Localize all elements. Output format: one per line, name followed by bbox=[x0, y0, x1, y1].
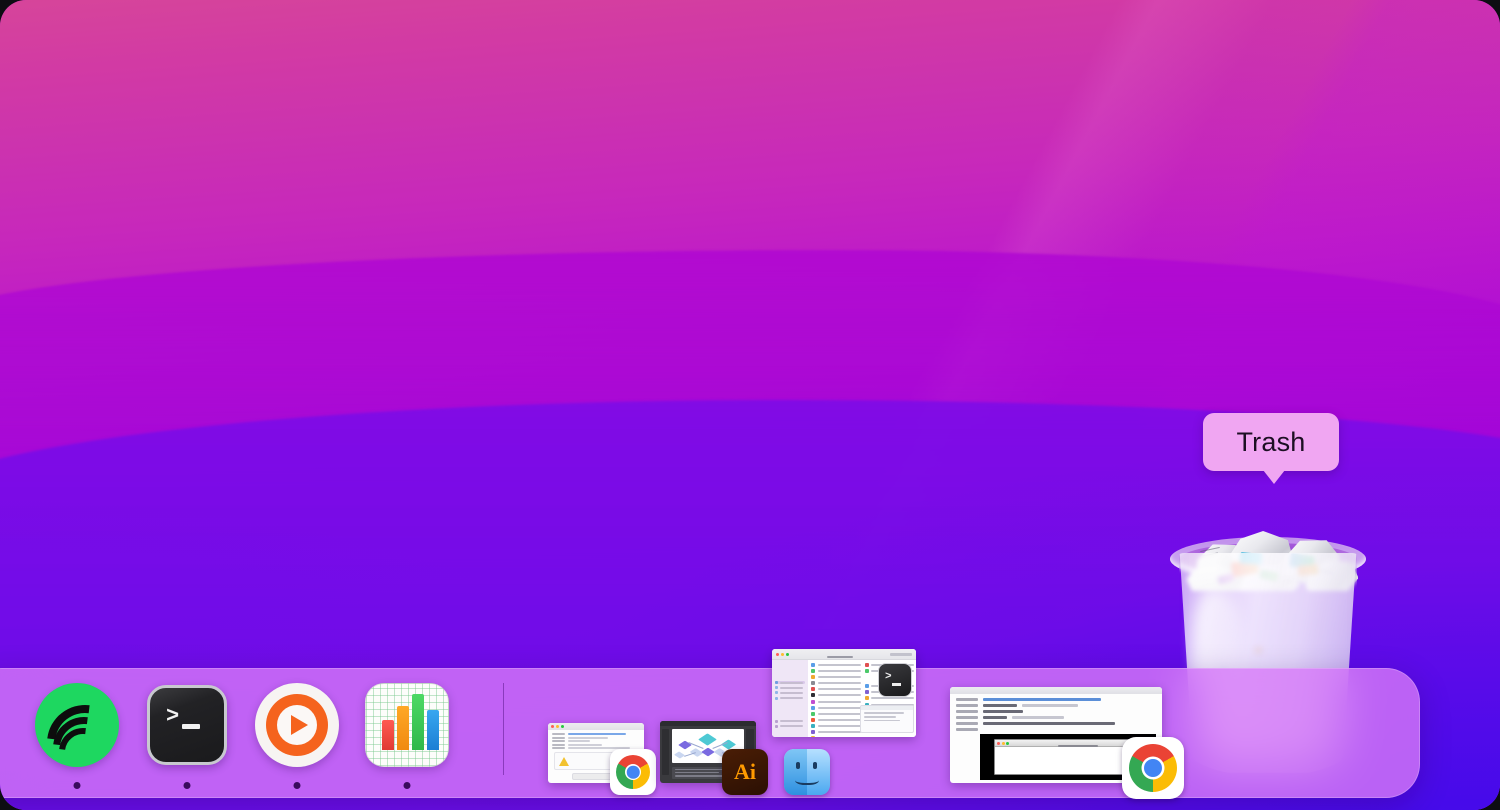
dock-minimized-chrome-imageinfo[interactable] bbox=[950, 687, 1184, 799]
running-indicator-dot bbox=[403, 782, 411, 789]
dock-minimized-finder[interactable]: > bbox=[772, 649, 916, 795]
chrome-icon bbox=[610, 749, 656, 795]
illustrator-icon: Ai bbox=[722, 749, 768, 795]
dock[interactable]: > Ai > bbox=[0, 649, 1420, 799]
warning-triangle-icon bbox=[559, 757, 569, 767]
dock-item-terminal[interactable]: > bbox=[143, 681, 231, 789]
dock-app-section: > Ai > bbox=[0, 649, 1184, 799]
dock-item-iina[interactable] bbox=[253, 681, 341, 789]
window-thumbnail: > bbox=[772, 649, 916, 737]
dock-minimized-illustrator[interactable]: Ai bbox=[660, 721, 768, 795]
finder-icon bbox=[784, 749, 830, 795]
dock-minimized-chrome-warning[interactable] bbox=[548, 723, 656, 795]
dock-item-numbers[interactable] bbox=[363, 681, 451, 789]
dock-minimized-section: Ai > bbox=[548, 649, 1184, 799]
play-circle-icon bbox=[253, 683, 341, 771]
terminal-icon-overlay: > bbox=[878, 663, 912, 697]
trash-tooltip-label: Trash bbox=[1236, 426, 1306, 457]
numbers-icon bbox=[363, 683, 451, 771]
finder-info-popover bbox=[860, 705, 914, 733]
terminal-icon: > bbox=[143, 685, 231, 773]
dock-divider bbox=[503, 683, 504, 775]
running-indicator-dot bbox=[183, 782, 191, 789]
trash-tooltip: Trash bbox=[1203, 413, 1339, 484]
dock-item-spotify[interactable] bbox=[33, 681, 121, 789]
running-indicator-dot bbox=[73, 782, 81, 789]
spotify-icon bbox=[33, 683, 121, 771]
desktop: Trash > Ai > bbox=[0, 0, 1500, 810]
running-indicator-dot bbox=[293, 782, 301, 789]
illustrator-badge-label: Ai bbox=[734, 759, 756, 784]
chrome-icon bbox=[1122, 737, 1184, 799]
